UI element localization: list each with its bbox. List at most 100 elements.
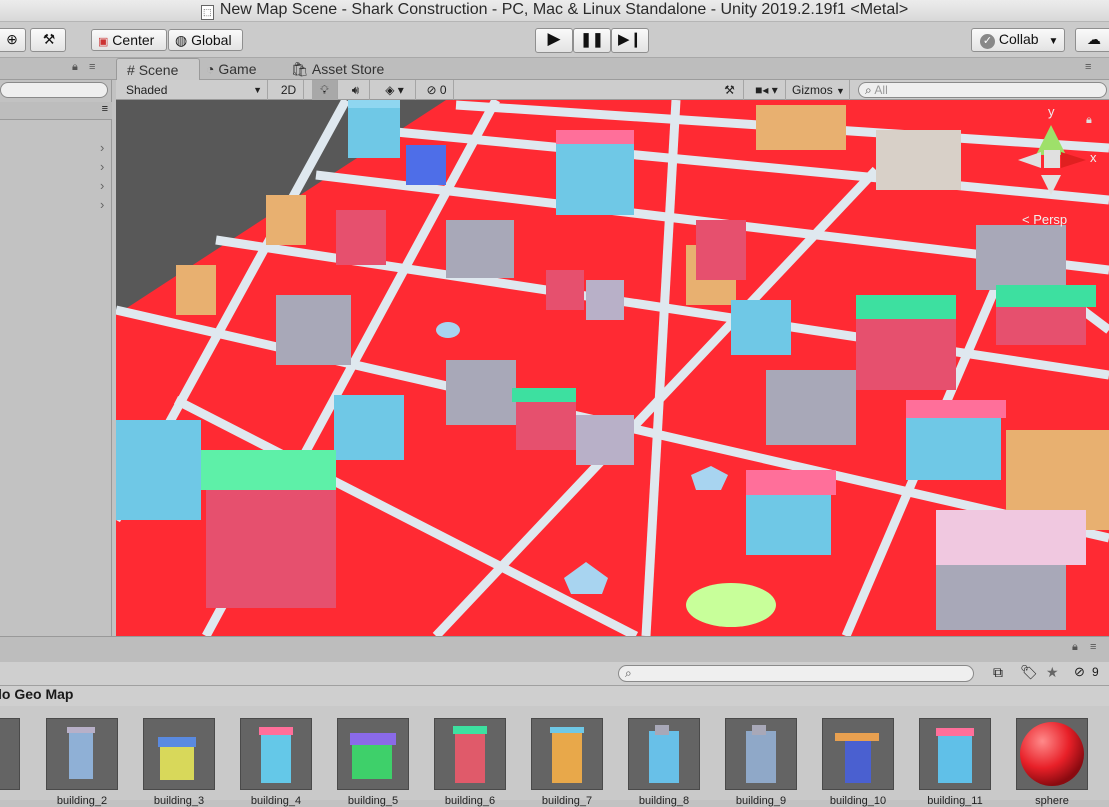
asset-name: building_10 [829, 795, 887, 807]
2d-toggle[interactable]: 2D [274, 80, 304, 100]
tools-icon: ⚒ [42, 31, 56, 47]
search-by-type-icon[interactable]: ⧉ [993, 664, 1003, 681]
sphere-icon [1020, 722, 1084, 786]
hidden-objects-toggle[interactable]: ⊘ 0 [420, 80, 454, 100]
favorites-star-icon[interactable]: ★ [1046, 664, 1059, 681]
search-by-label-icon[interactable]: 🏷︎ [1020, 664, 1038, 681]
project-menu-icon[interactable]: ≡ [1090, 641, 1096, 653]
editor-tab-row: 🔒︎ ≡ # Scene ◔ Game 🛍︎ Asset Store ≡ [0, 58, 1109, 81]
pivot-center-button[interactable]: ▣ Center [91, 29, 167, 51]
asset-thumbnail[interactable] [143, 718, 215, 790]
panel-menu-icon[interactable]: ≡ [89, 61, 95, 73]
asset-name: building_4 [250, 795, 302, 807]
shopping-bag-icon: 🛍︎ [291, 61, 309, 77]
scene-viewport[interactable]: y x < Persp 🔒︎ [116, 100, 1109, 636]
step-button[interactable]: ▶❙ [611, 28, 649, 53]
collab-button[interactable]: ✓ Collab ▼ [971, 28, 1065, 52]
effects-dropdown[interactable]: ◈ ▾ [374, 80, 416, 100]
asset-name: building_11 [927, 795, 983, 807]
pause-icon: ❚❚ [580, 31, 604, 47]
speaker-icon: 🔊︎ [351, 83, 360, 97]
search-icon: ⌕ [625, 666, 632, 680]
asset-thumbnail[interactable] [531, 718, 603, 790]
breadcrumb: lo Geo Map [0, 686, 1109, 706]
cloud-button[interactable]: ☁ [1075, 28, 1109, 52]
hierarchy-panel: ≡ › › › › [0, 80, 112, 636]
tab-scene[interactable]: # Scene [116, 58, 200, 81]
center-pivot-icon: ▣ [98, 36, 109, 48]
asset-thumbnail[interactable] [725, 718, 797, 790]
pause-button[interactable]: ❚❚ [573, 28, 611, 53]
cloud-icon: ☁ [1087, 31, 1101, 47]
building-icon [649, 725, 679, 783]
window-title: New Map Scene - Shark Construction - PC,… [219, 1, 909, 18]
asset-name: building_8 [638, 795, 690, 807]
tools-icon: ⚒ [724, 83, 735, 97]
asset-thumbnail[interactable] [822, 718, 894, 790]
pacman-icon: ◔ [206, 61, 215, 77]
asset-name: building_7 [541, 795, 593, 807]
scene-search-input[interactable]: ⌕ All [858, 82, 1107, 98]
hierarchy-menu-icon[interactable]: ≡ [102, 103, 108, 115]
expand-chevron-icon[interactable]: › [100, 178, 104, 193]
tab-game[interactable]: ◔ Game [206, 58, 276, 80]
expand-chevron-icon[interactable]: › [100, 159, 104, 174]
hierarchy-search-input[interactable] [0, 82, 108, 98]
global-label: Global [191, 32, 232, 48]
gizmo-lock-icon[interactable]: 🔒︎ [1086, 114, 1092, 127]
pivot-global-button[interactable]: ◍ Global [168, 29, 243, 51]
scene-tools-button[interactable]: ⚒ [716, 80, 744, 100]
asset-name: building_6 [444, 795, 496, 807]
asset-name: building_5 [347, 795, 399, 807]
center-label: Center [112, 32, 155, 48]
project-search-input[interactable]: ⌕ [618, 665, 974, 682]
dropdown-arrow-icon: ▼ [253, 85, 262, 95]
main-toolbar: ⊕ ⚒ ▣ Center ◍ Global ▶ ❚❚ ▶❙ ✓ Collab ▼… [0, 22, 1109, 58]
gizmo-y-label: y [1048, 104, 1055, 119]
camera-dropdown[interactable]: ■◂ ▾ [748, 80, 786, 100]
projection-label[interactable]: < Persp [1022, 212, 1067, 227]
globe-icon: ◍ [175, 32, 188, 48]
tab-game-label: Game [218, 61, 257, 77]
shading-mode-dropdown[interactable]: Shaded ▼ [118, 80, 268, 100]
project-lock-icon[interactable]: 🔒︎ [1072, 641, 1078, 654]
building-icon [835, 733, 879, 783]
window-title-bar: ⬚ New Map Scene - Shark Construction - PC… [0, 0, 1109, 22]
asset-thumbnail-partial[interactable] [0, 718, 20, 790]
building-icon [550, 727, 584, 783]
scene-toolbar: Shaded ▼ 2D 💡︎ 🔊︎ ◈ ▾ ⊘ 0 ⚒ ■◂ ▾ Gizmos … [116, 80, 1109, 100]
asset-thumbnail[interactable] [240, 718, 312, 790]
expand-chevron-icon[interactable]: › [100, 197, 104, 212]
scene-panel-menu-icon[interactable]: ≡ [1085, 61, 1091, 73]
asset-thumbnail[interactable] [434, 718, 506, 790]
building-icon [746, 725, 776, 783]
play-button[interactable]: ▶ [535, 28, 573, 53]
lock-icon[interactable]: 🔒︎ [72, 61, 78, 74]
asset-name: building_3 [153, 795, 205, 807]
folder-title[interactable]: lo Geo Map [0, 686, 73, 702]
check-circle-icon: ✓ [980, 34, 995, 49]
building-icon [158, 737, 196, 780]
transform-tool-button[interactable]: ⊕ [0, 28, 26, 52]
visible-count: 9 [1092, 665, 1099, 679]
dropdown-arrow-icon: ▼ [1048, 36, 1059, 47]
expand-chevron-icon[interactable]: › [100, 140, 104, 155]
asset-thumbnail[interactable] [628, 718, 700, 790]
asset-thumbnail[interactable] [46, 718, 118, 790]
dropdown-arrow-icon: ▼ [836, 86, 845, 96]
hidden-packages-icon[interactable]: ⊘ [1074, 664, 1085, 680]
tab-asset-store[interactable]: 🛍︎ Asset Store [291, 58, 391, 80]
custom-tool-button[interactable]: ⚒ [30, 28, 66, 52]
tab-scene-label: Scene [138, 62, 179, 78]
building-icon [67, 727, 95, 779]
building-icon [936, 728, 974, 783]
light-bulb-icon: 💡︎ [320, 83, 329, 97]
asset-thumbnail[interactable] [1016, 718, 1088, 790]
audio-toggle[interactable]: 🔊︎ [342, 80, 370, 100]
lighting-toggle[interactable]: 💡︎ [312, 80, 338, 100]
asset-thumbnail[interactable] [919, 718, 991, 790]
gizmos-dropdown[interactable]: Gizmos ▼ [788, 80, 850, 100]
asset-thumbnail[interactable] [337, 718, 409, 790]
play-icon: ▶ [547, 29, 561, 48]
step-icon: ▶❙ [617, 31, 643, 48]
